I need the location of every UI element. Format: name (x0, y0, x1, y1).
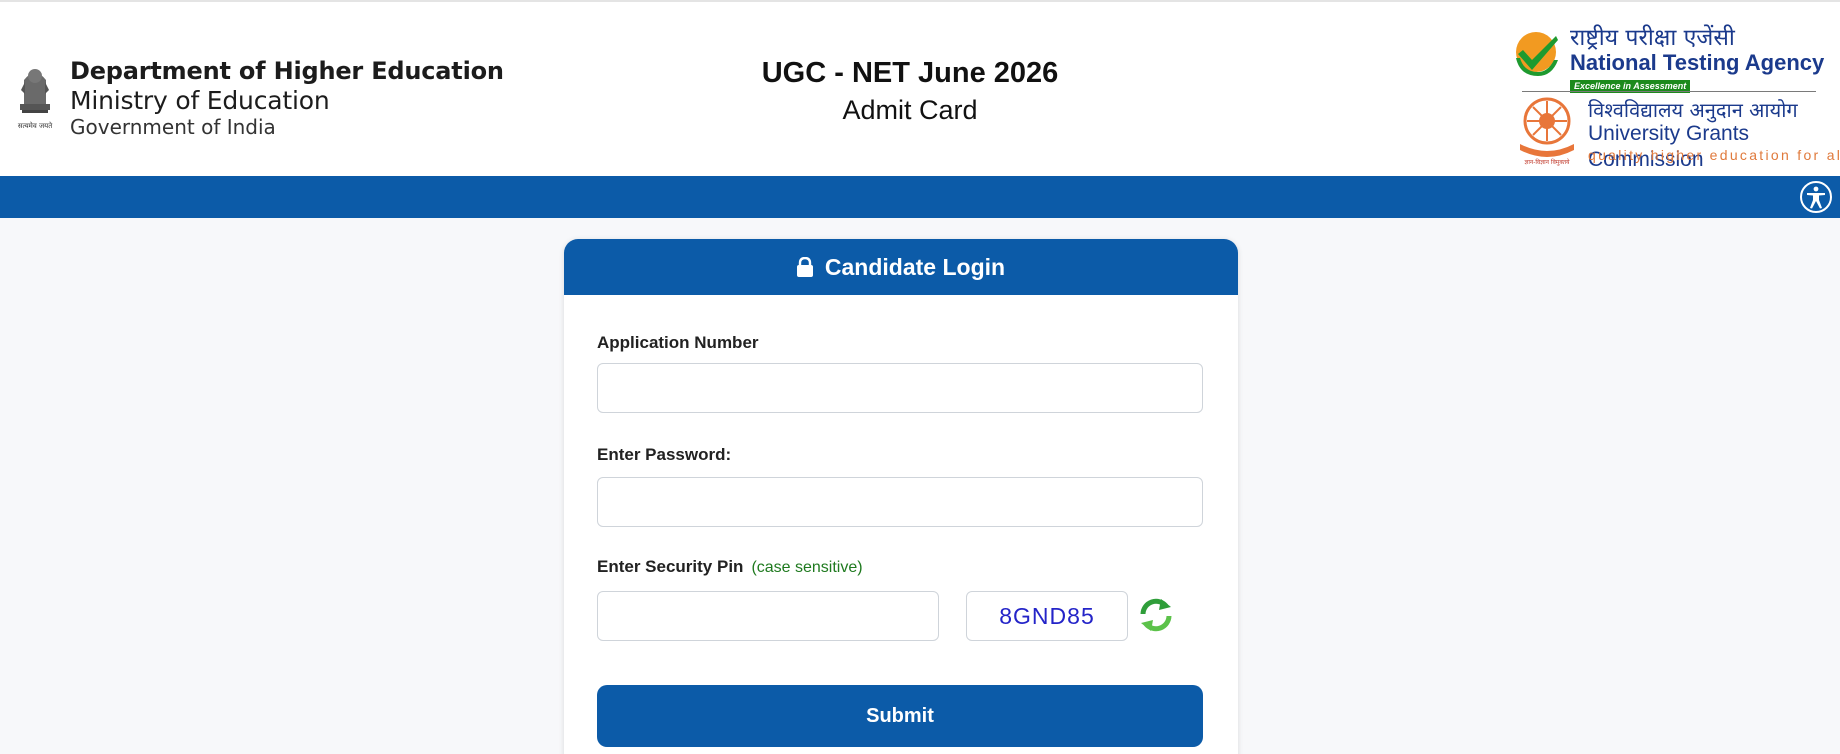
submit-button[interactable]: Submit (597, 685, 1203, 747)
case-sensitive-hint: (case sensitive) (751, 559, 863, 576)
security-pin-label-text: Enter Security Pin (597, 557, 744, 576)
nta-name: National Testing Agency (1570, 50, 1825, 75)
nta-logo-icon (1516, 32, 1558, 76)
logo-separator (1522, 91, 1816, 92)
exam-heading: UGC - NET June 2026 Admit Card (760, 54, 1060, 128)
application-number-label: Application Number (597, 333, 759, 352)
login-title: Candidate Login (824, 253, 1006, 280)
site-header: सत्यमेव जयते Department of Higher Educat… (0, 0, 1840, 176)
captcha-text: 8GND85 (999, 602, 1095, 629)
ugc-logo-block: ज्ञान-विज्ञान विमुक्तये विश्वविद्यालय अन… (1514, 94, 1840, 171)
department-title: Department of Higher Education (70, 57, 504, 85)
login-card-header: Candidate Login (564, 239, 1238, 295)
password-input[interactable] (597, 477, 1203, 527)
login-card: Candidate Login Application Number Enter… (564, 239, 1238, 754)
application-number-input[interactable] (597, 363, 1203, 413)
ugc-seal-icon: ज्ञान-विज्ञान विमुक्तये (1520, 97, 1574, 166)
nta-logo-block: राष्ट्रीय परीक्षा एजेंसी National Testin… (1514, 24, 1840, 94)
ministry-name: Ministry of Education (70, 86, 330, 115)
accessibility-icon (1807, 186, 1825, 209)
nav-bar (0, 176, 1840, 218)
lock-icon (796, 257, 813, 277)
security-pin-input[interactable] (597, 591, 939, 641)
refresh-captcha-button[interactable] (1137, 596, 1175, 634)
refresh-icon (1140, 598, 1172, 632)
accessibility-button[interactable] (1800, 181, 1832, 213)
page-title: UGC - NET June 2026 (761, 57, 1059, 89)
ugc-tagline: quality higher education for all (1588, 147, 1840, 163)
government-name: Government of India (70, 115, 276, 139)
national-emblem-icon: सत्यमेव जयते (18, 69, 53, 130)
ugc-seal-caption: ज्ञान-विज्ञान विमुक्तये (1524, 158, 1570, 166)
department-block: Department of Higher Education Ministry … (70, 56, 504, 139)
captcha-box: 8GND85 (966, 591, 1128, 641)
security-pin-label: Enter Security Pin (case sensitive) (597, 557, 863, 577)
page-subtitle: Admit Card (842, 95, 978, 125)
ugc-hindi-name: विश्वविद्यालय अनुदान आयोग (1588, 98, 1798, 122)
emblem-caption: सत्यमेव जयते (18, 121, 53, 130)
password-label: Enter Password: (597, 445, 732, 464)
